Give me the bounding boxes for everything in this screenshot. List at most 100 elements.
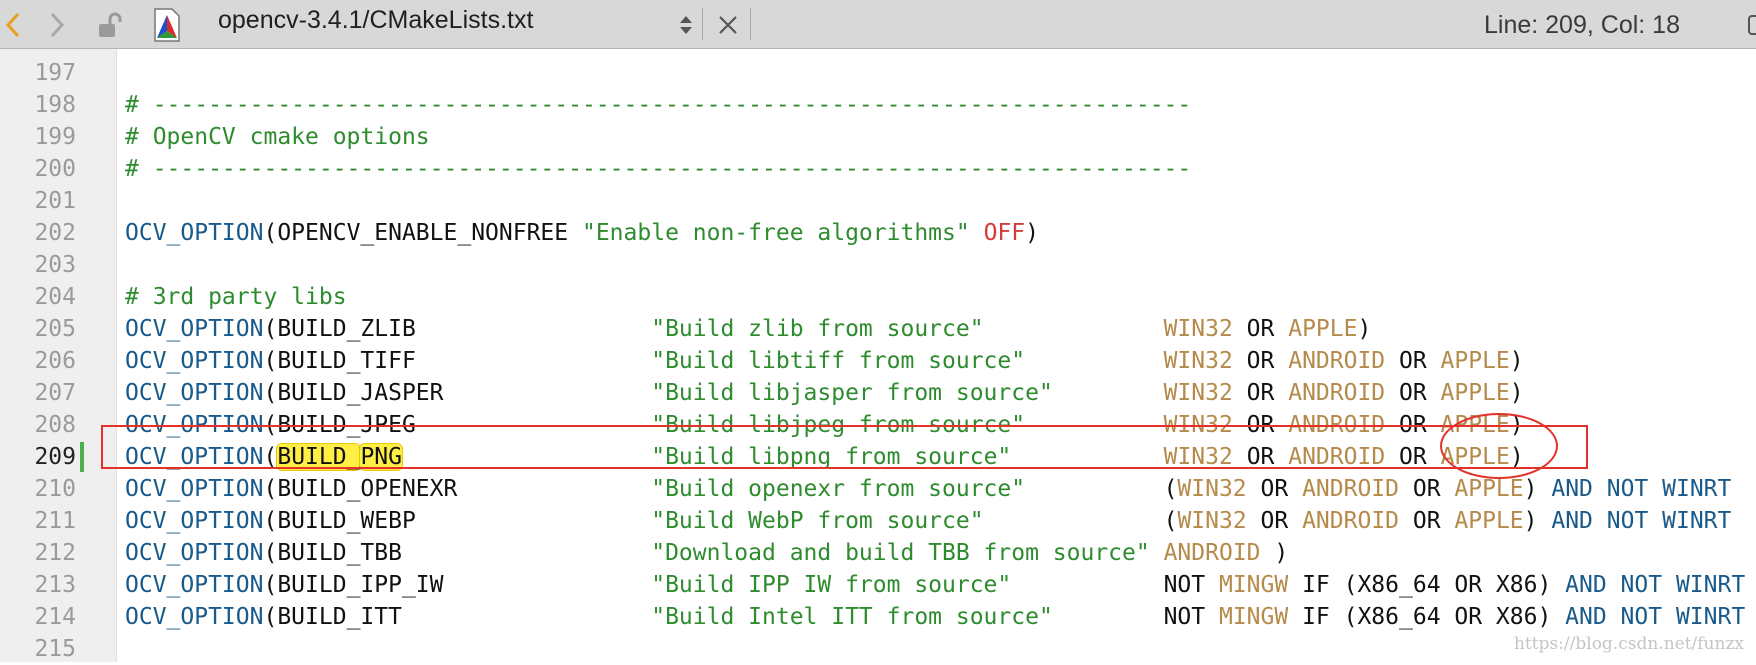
line-number: 202	[34, 220, 76, 246]
code-token: APPLE	[1454, 476, 1524, 502]
code-line[interactable]: OCV_OPTION(BUILD_JPEG "Build libjpeg fro…	[125, 409, 1524, 441]
code-token: "Build Intel ITT from source"	[651, 604, 1053, 630]
code-token: WIN32	[1163, 316, 1233, 342]
code-line[interactable]: # OpenCV cmake options	[125, 121, 430, 153]
code-line[interactable]: # --------------------------------------…	[125, 153, 1191, 185]
code-line[interactable]: OCV_OPTION(OPENCV_ENABLE_NONFREE "Enable…	[125, 217, 1039, 249]
code-token: "Build libtiff from source"	[651, 348, 1026, 374]
code-token: NOT	[1052, 604, 1219, 630]
code-token: WIN32	[1177, 508, 1247, 534]
file-title[interactable]: opencv-3.4.1/CMakeLists.txt	[218, 6, 533, 35]
line-number: 199	[34, 124, 76, 150]
code-line[interactable]: OCV_OPTION(BUILD_JASPER "Build libjasper…	[125, 377, 1524, 409]
code-token: OR	[1232, 412, 1289, 438]
code-token: (BUILD_ZLIB	[263, 316, 652, 342]
code-token: ANDROID	[1288, 348, 1386, 374]
line-number: 201	[34, 188, 76, 214]
code-token: ANDROID	[1302, 476, 1399, 502]
code-token: OR	[1232, 444, 1289, 470]
code-editor[interactable]: # --------------------------------------…	[125, 49, 1756, 662]
toolbar-divider	[702, 8, 703, 40]
code-token: (	[263, 444, 278, 470]
code-line[interactable]: # 3rd party libs	[125, 281, 347, 313]
code-line[interactable]: OCV_OPTION(BUILD_ZLIB "Build zlib from s…	[125, 313, 1371, 345]
cmake-file-icon	[150, 0, 184, 49]
code-token: "Download and build TBB from source"	[651, 540, 1150, 566]
line-number: 208	[34, 412, 76, 438]
line-number: 210	[34, 476, 76, 502]
line-number: 205	[34, 316, 76, 342]
code-token: ANDROID	[1288, 380, 1386, 406]
code-token: AND NOT WINRT	[1551, 508, 1732, 534]
code-token: # 3rd party libs	[125, 284, 347, 310]
code-token: (BUILD_WEBP	[263, 508, 652, 534]
toolbar-divider	[750, 8, 751, 40]
close-icon[interactable]	[712, 0, 744, 49]
code-line[interactable]: OCV_OPTION(BUILD_ITT "Build Intel ITT fr…	[125, 601, 1745, 633]
code-token: MINGW	[1218, 604, 1289, 630]
up-down-chevron-icon[interactable]	[670, 0, 702, 49]
highlighted-token: PNG	[360, 444, 402, 470]
code-token: APPLE	[1454, 508, 1524, 534]
code-token: (BUILD_ITT	[263, 604, 652, 630]
code-token: "Build libjpeg from source"	[651, 412, 1026, 438]
code-token: ANDROID	[1288, 444, 1386, 470]
highlighted-token: BUILD_	[277, 444, 361, 470]
code-token: # --------------------------------------…	[125, 92, 1192, 118]
code-token: OCV_OPTION	[125, 604, 264, 630]
unlock-icon[interactable]	[96, 0, 126, 49]
code-token: WIN32	[1177, 476, 1247, 502]
code-token: )	[1523, 508, 1552, 534]
code-token: ANDROID	[1302, 508, 1400, 534]
code-line[interactable]: # --------------------------------------…	[125, 89, 1191, 121]
line-number: 200	[34, 156, 76, 182]
code-token: APPLE	[1440, 412, 1510, 438]
partial-icon[interactable]	[1746, 0, 1756, 49]
code-token: )	[1260, 540, 1289, 566]
code-token: (BUILD_TBB	[263, 540, 652, 566]
code-token: (	[1025, 476, 1178, 502]
code-token: OR	[1385, 348, 1441, 374]
code-token: OR	[1385, 444, 1441, 470]
code-token: OCV_OPTION	[125, 316, 264, 342]
code-line[interactable]: OCV_OPTION(BUILD_OPENEXR "Build openexr …	[125, 473, 1731, 505]
code-token: OR	[1232, 380, 1289, 406]
code-token: OR	[1385, 380, 1441, 406]
code-token: (	[983, 508, 1178, 534]
code-line[interactable]: OCV_OPTION(BUILD_TIFF "Build libtiff fro…	[125, 345, 1524, 377]
code-token: "Build WebP from source"	[651, 508, 984, 534]
modified-line-marker	[80, 442, 84, 472]
code-token: AND NOT WINRT	[1551, 476, 1732, 502]
code-token: )	[1357, 316, 1372, 342]
editor-toolbar: opencv-3.4.1/CMakeLists.txt Line: 209, C…	[0, 0, 1756, 49]
code-token: # OpenCV cmake options	[125, 124, 430, 150]
code-token: "Build libpng from source"	[651, 444, 1012, 470]
code-token: )	[1523, 476, 1552, 502]
line-number: 214	[34, 604, 76, 630]
code-token: WIN32	[1163, 348, 1233, 374]
code-line[interactable]: OCV_OPTION(BUILD_IPP_IW "Build IPP IW fr…	[125, 569, 1745, 601]
code-token: OCV_OPTION	[125, 220, 264, 246]
code-token: WIN32	[1163, 412, 1233, 438]
code-token: OR	[1232, 316, 1289, 342]
code-token: (BUILD_OPENEXR	[263, 476, 652, 502]
code-token: NOT	[1011, 572, 1219, 598]
code-token: OCV_OPTION	[125, 540, 264, 566]
code-token: )	[1509, 380, 1524, 406]
code-line[interactable]: OCV_OPTION(BUILD_PNG "Build libpng from …	[125, 441, 1524, 473]
forward-arrow-icon[interactable]	[44, 0, 70, 49]
line-number: 204	[34, 284, 76, 310]
code-token: )	[1509, 348, 1524, 374]
code-token: APPLE	[1288, 316, 1358, 342]
code-line[interactable]: OCV_OPTION(BUILD_TBB "Download and build…	[125, 537, 1288, 569]
line-number: 206	[34, 348, 76, 374]
line-number: 198	[34, 92, 76, 118]
code-token: OCV_OPTION	[125, 444, 264, 470]
code-line[interactable]: OCV_OPTION(BUILD_WEBP "Build WebP from s…	[125, 505, 1731, 537]
code-token: OR	[1385, 412, 1441, 438]
back-arrow-icon[interactable]	[0, 0, 26, 49]
